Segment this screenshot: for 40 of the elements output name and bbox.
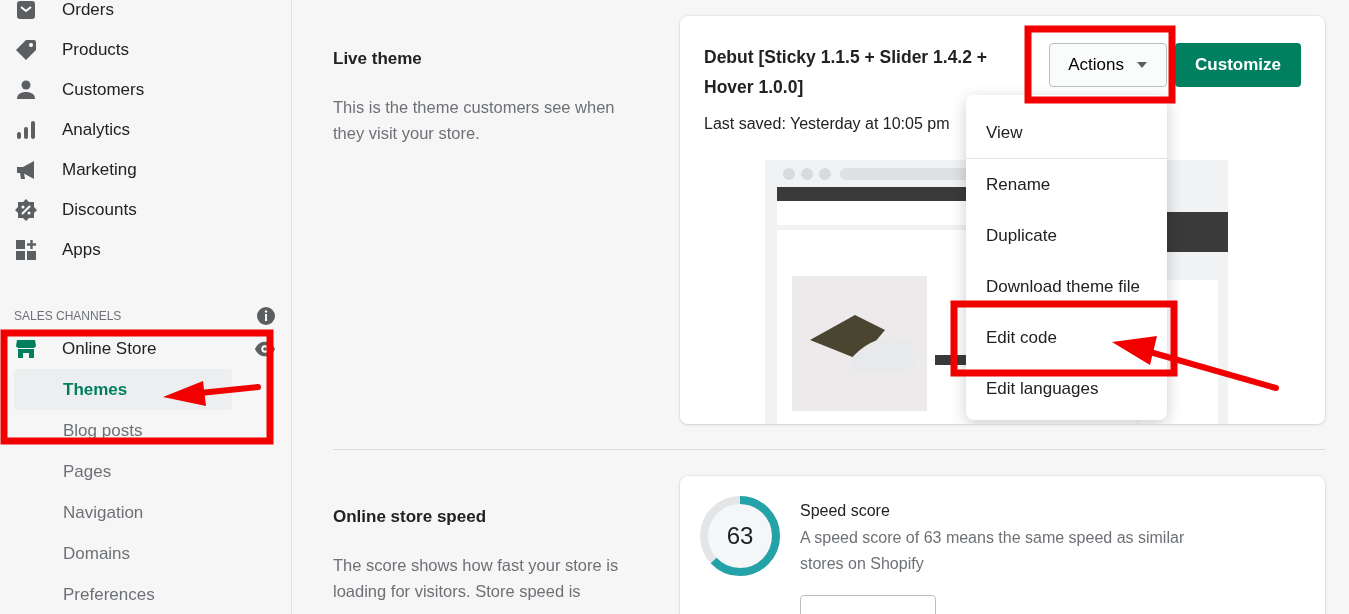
score-value: 63	[725, 521, 755, 551]
sidebar-subitem[interactable]: Navigation	[14, 492, 232, 533]
badge-icon	[14, 198, 38, 222]
sidebar-item[interactable]: Products	[14, 30, 291, 70]
sidebar-item[interactable]: Online Store	[14, 328, 276, 369]
sidebar-item[interactable]: Customers	[14, 70, 291, 110]
sidebar-item[interactable]: Orders	[14, 0, 291, 30]
section-label: SALES CHANNELS	[14, 308, 122, 325]
menu-item[interactable]: Download theme file	[986, 273, 1141, 300]
tag-icon	[14, 38, 38, 62]
section-heading: Live theme	[333, 48, 423, 70]
info-icon[interactable]	[256, 306, 276, 326]
sidebar-subitem[interactable]: Preferences	[14, 574, 232, 614]
sidebar-item[interactable]: Discounts	[14, 190, 291, 230]
speed-score-title: Speed score	[800, 501, 891, 521]
sidebar-subitem[interactable]: Domains	[14, 533, 232, 574]
customize-button[interactable]: Customize	[1175, 43, 1301, 87]
inbox-icon	[14, 0, 38, 22]
section-description: The score shows how fast your store is loading for visitors. Store speed is	[333, 554, 620, 602]
actions-button[interactable]: Actions	[1049, 43, 1168, 87]
sidebar-item[interactable]: Analytics	[14, 110, 291, 150]
bar-chart-icon	[14, 118, 38, 142]
menu-item[interactable]: View	[986, 119, 1023, 146]
section-description: This is the theme customers see when they visit your store.	[333, 96, 616, 144]
sidebar-subitem[interactable]: Themes	[14, 369, 232, 410]
caret-icon	[1136, 61, 1149, 69]
section-heading: Online store speed	[333, 506, 488, 528]
sidebar-item[interactable]: Apps	[14, 230, 291, 270]
sidebar-subitem[interactable]: Blog posts	[14, 410, 232, 451]
theme-name: Debut [Sticky 1.1.5 + Slider 1.4.2 + Hover 1.0.0]	[704, 46, 989, 99]
speed-score-text: A speed score of 63 means the same speed as similar stores on Shopify	[800, 528, 1186, 574]
sidebar-subitem[interactable]: Pages	[14, 451, 232, 492]
menu-item[interactable]: Edit code	[986, 324, 1057, 351]
last-saved-text: Last saved: Yesterday at 10:05 pm	[704, 114, 950, 134]
person-icon	[14, 78, 38, 102]
apps-icon	[14, 238, 38, 262]
sidebar-item[interactable]: Marketing	[14, 150, 291, 190]
menu-item[interactable]: Duplicate	[986, 222, 1057, 249]
menu-item[interactable]: Edit languages	[986, 375, 1099, 402]
menu-item[interactable]: Rename	[986, 171, 1051, 198]
